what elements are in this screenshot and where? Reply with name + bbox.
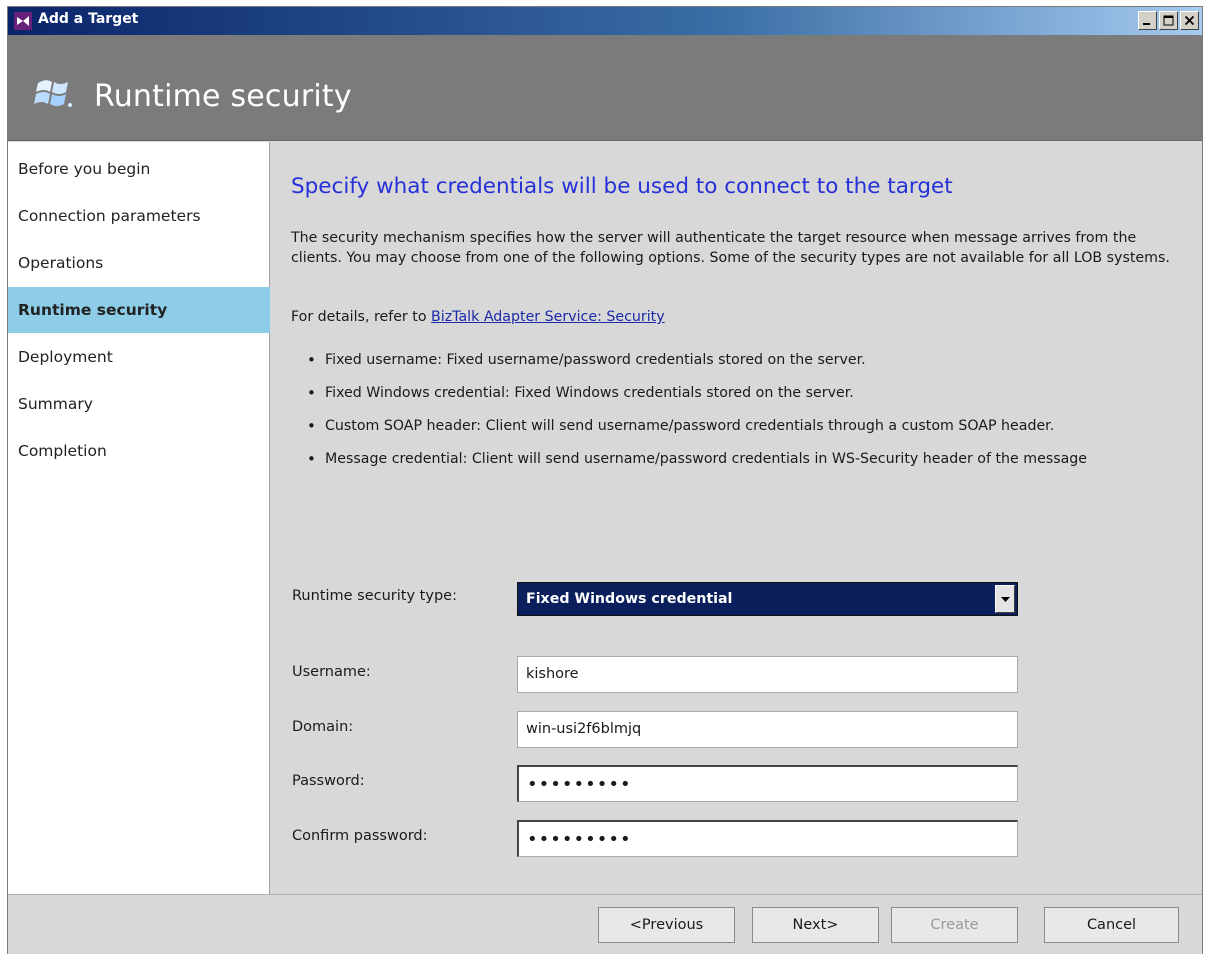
security-options-list: Fixed username: Fixed username/password … <box>307 350 1187 482</box>
list-item: Fixed username: Fixed username/password … <box>307 350 1187 370</box>
maximize-button[interactable] <box>1159 11 1178 30</box>
next-button[interactable]: Next> <box>752 907 879 943</box>
list-item: Custom SOAP header: Client will send use… <box>307 416 1187 436</box>
close-icon <box>1184 15 1195 26</box>
dropdown-button[interactable] <box>995 585 1015 613</box>
cancel-button[interactable]: Cancel <box>1044 907 1179 943</box>
sidebar-item-runtime-security[interactable]: Runtime security <box>8 287 270 333</box>
wizard-footer: <Previous Next> Create Cancel <box>8 894 1202 954</box>
details-prefix: For details, refer to <box>291 309 432 325</box>
chevron-down-icon <box>1001 597 1010 602</box>
sidebar-item-deployment[interactable]: Deployment <box>8 334 270 380</box>
wizard-window: Add a Target Runtime security Before you… <box>7 6 1203 954</box>
wizard-header: Runtime security <box>8 35 1202 141</box>
security-doc-link[interactable]: BizTalk Adapter Service: Security <box>431 309 665 325</box>
details-line: For details, refer to BizTalk Adapter Se… <box>291 309 665 325</box>
previous-button[interactable]: <Previous <box>598 907 735 943</box>
list-item: Fixed Windows credential: Fixed Windows … <box>307 383 1187 403</box>
description-text: The security mechanism specifies how the… <box>291 230 1170 266</box>
main-content: Specify what credentials will be used to… <box>271 142 1202 894</box>
wizard-steps-sidebar: Before you begin Connection parameters O… <box>8 142 270 894</box>
title-bar: Add a Target <box>8 7 1202 35</box>
security-type-value: Fixed Windows credential <box>526 591 733 607</box>
list-item: Message credential: Client will send use… <box>307 449 1187 469</box>
domain-label: Domain: <box>292 719 354 735</box>
username-label: Username: <box>292 664 371 680</box>
sidebar-item-before-you-begin[interactable]: Before you begin <box>8 146 270 192</box>
window-title: Add a Target <box>38 11 139 27</box>
confirm-password-label: Confirm password: <box>292 828 428 844</box>
maximize-icon <box>1163 15 1174 26</box>
password-label: Password: <box>292 773 365 789</box>
security-type-dropdown[interactable]: Fixed Windows credential <box>517 582 1018 616</box>
domain-field[interactable]: win-usi2f6blmjq <box>517 711 1018 748</box>
sidebar-item-summary[interactable]: Summary <box>8 381 270 427</box>
close-button[interactable] <box>1180 11 1199 30</box>
sidebar-item-completion[interactable]: Completion <box>8 428 270 474</box>
username-field[interactable]: kishore <box>517 656 1018 693</box>
section-heading: Specify what credentials will be used to… <box>291 174 953 199</box>
windows-logo-icon <box>34 80 72 107</box>
sidebar-item-connection-parameters[interactable]: Connection parameters <box>8 193 270 239</box>
visual-studio-icon <box>14 12 32 30</box>
confirm-password-field[interactable]: ••••••••• <box>517 820 1018 857</box>
create-button[interactable]: Create <box>891 907 1018 943</box>
page-title: Runtime security <box>94 79 352 114</box>
sidebar-item-operations[interactable]: Operations <box>8 240 270 286</box>
security-type-label: Runtime security type: <box>292 588 457 604</box>
minimize-button[interactable] <box>1138 11 1157 30</box>
password-field[interactable]: ••••••••• <box>517 765 1018 802</box>
window-controls <box>1136 11 1199 30</box>
minimize-icon <box>1143 23 1150 25</box>
